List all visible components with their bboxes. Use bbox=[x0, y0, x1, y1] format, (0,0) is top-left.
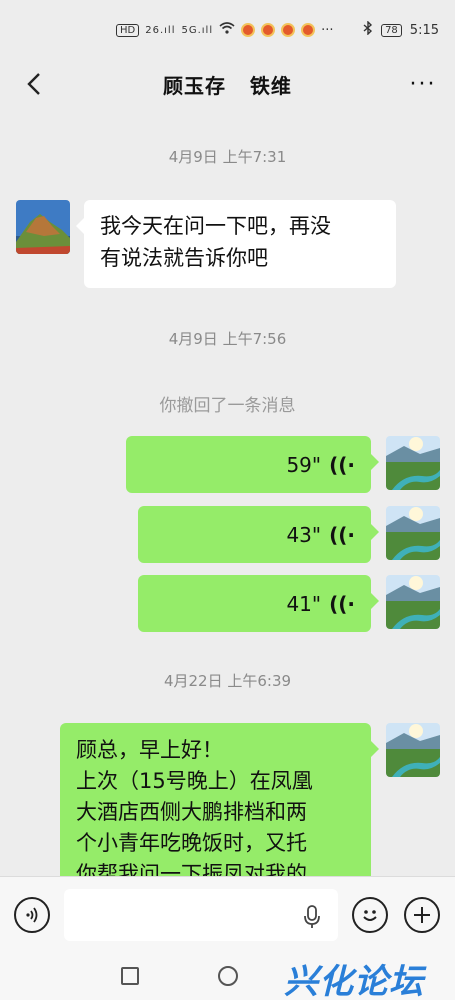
message-text: 我今天在问一下吧，再没 有说法就告诉你吧 bbox=[100, 214, 331, 270]
emoji-button[interactable] bbox=[352, 897, 388, 933]
chat-area[interactable]: 4月9日 上午7:31 我今天在问一下吧，再没 有说法就告诉你吧 4月9日 上午… bbox=[0, 108, 455, 876]
outgoing-message[interactable]: 顾总，早上好！ 上次（15号晚上）在凤凰 大酒店西侧大鹏排档和两 个小青年吃晚饭… bbox=[60, 723, 379, 876]
my-avatar[interactable] bbox=[386, 575, 440, 629]
contact-avatar[interactable] bbox=[16, 200, 70, 254]
clock: 5:15 bbox=[409, 22, 439, 38]
more-icon: ··· bbox=[409, 71, 437, 97]
microphone-icon[interactable] bbox=[302, 905, 322, 929]
back-button[interactable] bbox=[16, 66, 52, 102]
home-button[interactable] bbox=[218, 966, 238, 986]
forum-watermark: 兴化论坛 bbox=[284, 962, 424, 1000]
voice-duration: 41" bbox=[286, 591, 322, 616]
input-bar bbox=[0, 876, 455, 952]
voice-mode-button[interactable] bbox=[14, 897, 50, 933]
voice-wave-icon: ((· bbox=[329, 522, 355, 547]
signal-icon-2: 5G.ıll bbox=[181, 24, 214, 36]
recall-notice: 你撤回了一条消息 bbox=[159, 396, 296, 416]
voice-message[interactable]: 59" ((· bbox=[126, 436, 379, 493]
app-notification-icon bbox=[281, 23, 296, 37]
my-avatar[interactable] bbox=[386, 436, 440, 490]
more-options-button[interactable]: ··· bbox=[405, 66, 441, 102]
my-avatar[interactable] bbox=[386, 506, 440, 560]
status-left: HD 26.ıll 5G.ıll ··· bbox=[116, 22, 334, 38]
voice-duration: 43" bbox=[286, 522, 322, 547]
hd-indicator: HD bbox=[116, 23, 140, 37]
timestamp: 4月9日 上午7:31 bbox=[168, 148, 287, 166]
status-right: 78 5:15 bbox=[363, 20, 439, 39]
voice-message[interactable]: 41" ((· bbox=[138, 575, 379, 632]
voice-wave-icon: ((· bbox=[329, 591, 355, 616]
timestamp: 4月9日 上午7:56 bbox=[168, 330, 287, 348]
signal-icon: 26.ıll bbox=[145, 24, 176, 36]
emoji-icon bbox=[363, 910, 377, 921]
battery-icon: 78 bbox=[381, 23, 402, 37]
app-notification-icon bbox=[241, 23, 256, 37]
voice-duration: 59" bbox=[286, 452, 322, 477]
timestamp: 4月22日 上午6:39 bbox=[163, 672, 292, 690]
status-bar: HD 26.ıll 5G.ıll ··· 78 5:15 bbox=[0, 0, 455, 60]
incoming-message[interactable]: 我今天在问一下吧，再没 有说法就告诉你吧 bbox=[76, 200, 396, 288]
chat-title: 顾玉存 铁维 bbox=[163, 73, 292, 98]
message-input[interactable] bbox=[64, 889, 338, 941]
add-button[interactable] bbox=[404, 897, 440, 933]
title-bar: 顾玉存 铁维 ··· bbox=[0, 60, 455, 108]
more-notifications-icon: ··· bbox=[321, 22, 334, 38]
add-icon bbox=[414, 907, 430, 923]
navigation-bar: 兴化论坛 bbox=[0, 952, 455, 1000]
message-text: 顾总，早上好！ 上次（15号晚上）在凤凰 大酒店西侧大鹏排档和两 个小青年吃晚饭… bbox=[76, 738, 313, 876]
voice-mode-icon bbox=[26, 907, 38, 923]
voice-message[interactable]: 43" ((· bbox=[138, 506, 379, 563]
bluetooth-icon bbox=[363, 20, 373, 39]
app-notification-icon bbox=[261, 23, 276, 37]
recent-apps-button[interactable] bbox=[121, 967, 139, 985]
voice-wave-icon: ((· bbox=[329, 452, 355, 477]
wifi-icon bbox=[219, 22, 235, 38]
my-avatar[interactable] bbox=[386, 723, 440, 777]
app-notification-icon bbox=[301, 23, 316, 37]
back-arrow-icon bbox=[27, 73, 40, 95]
